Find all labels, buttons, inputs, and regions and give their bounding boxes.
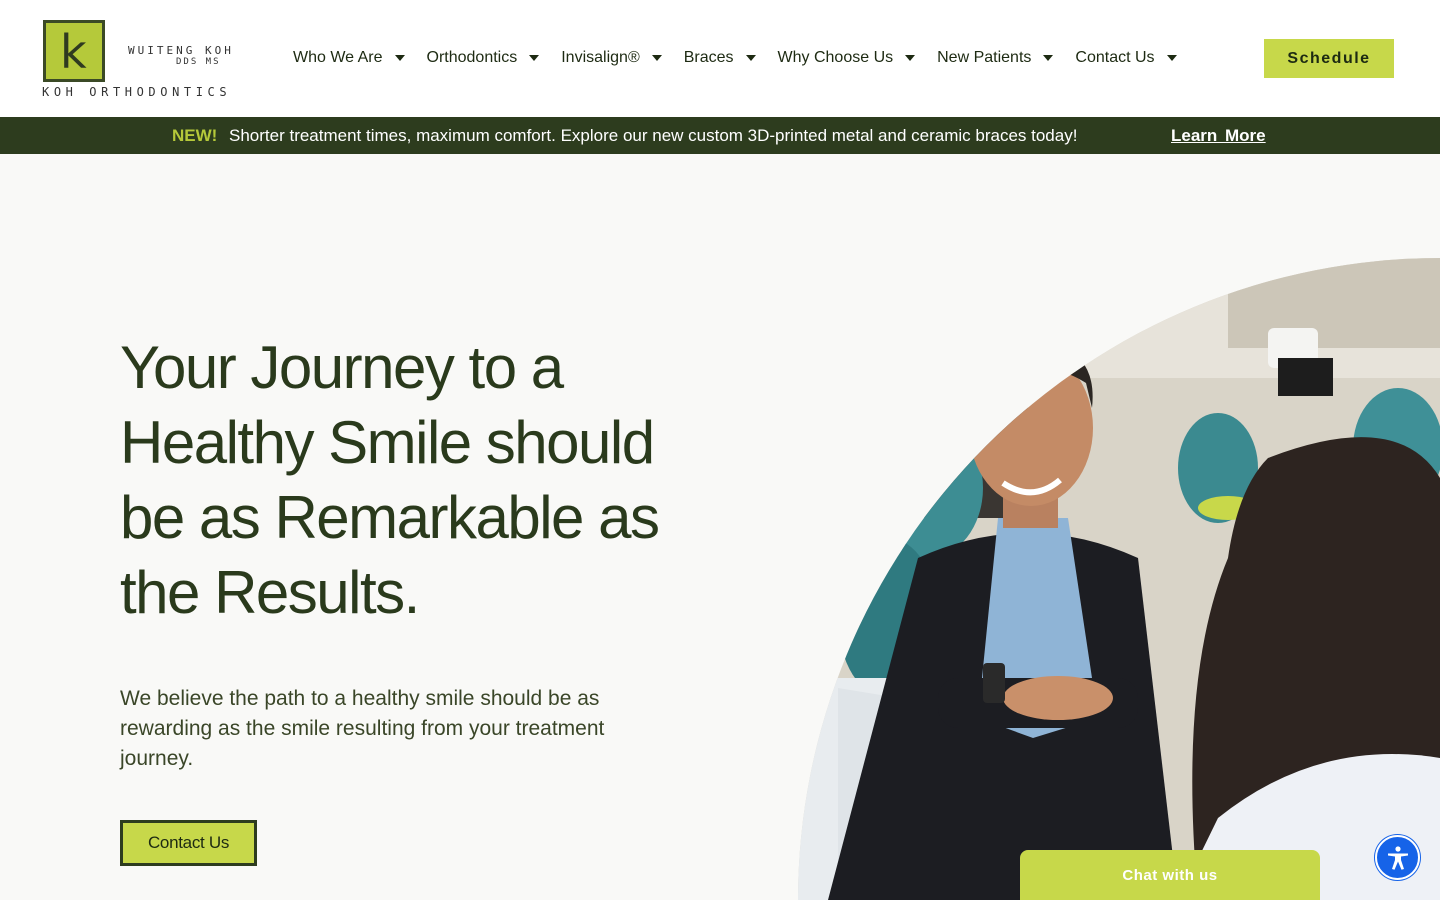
caret-down-icon[interactable] bbox=[905, 55, 916, 61]
caret-down-icon[interactable] bbox=[651, 55, 662, 61]
main-nav: Who We Are Orthodontics Invisalign® Brac… bbox=[293, 46, 1199, 70]
contact-us-button[interactable]: Contact Us bbox=[120, 820, 257, 866]
nav-item-new-patients[interactable]: New Patients bbox=[937, 49, 1054, 67]
nav-item-label: Who We Are bbox=[293, 49, 383, 66]
hero-description: We believe the path to a healthy smile s… bbox=[120, 687, 605, 770]
announcement-text: Shorter treatment times, maximum comfort… bbox=[229, 126, 1078, 145]
announcement-bar: NEW! Shorter treatment times, maximum co… bbox=[0, 117, 1440, 154]
nav-item-invisalign[interactable]: Invisalign® bbox=[561, 49, 662, 67]
nav-item-label: New Patients bbox=[937, 49, 1032, 66]
nav-item-label: Orthodontics bbox=[426, 49, 518, 66]
hero-title: Your Journey to a Healthy Smile should b… bbox=[120, 334, 660, 626]
nav-item-who-we-are[interactable]: Who We Are bbox=[293, 49, 405, 67]
logo-doctor-name: WUITENG KOH bbox=[128, 44, 234, 57]
nav-item-contact-us[interactable]: Contact Us bbox=[1075, 49, 1177, 67]
caret-down-icon[interactable] bbox=[745, 55, 756, 61]
site-header: k WUITENG KOH DDS MS KOH ORTHODONTICS Wh… bbox=[0, 0, 1440, 117]
accessibility-icon bbox=[1388, 846, 1408, 870]
nav-item-label: Why Choose Us bbox=[777, 49, 894, 66]
caret-down-icon[interactable] bbox=[529, 55, 540, 61]
nav-item-label: Contact Us bbox=[1075, 49, 1155, 66]
logo-letter: k bbox=[60, 25, 87, 79]
caret-down-icon[interactable] bbox=[1166, 55, 1177, 61]
chat-with-us-button[interactable]: Chat with us bbox=[1020, 850, 1320, 900]
nav-item-braces[interactable]: Braces bbox=[684, 49, 756, 67]
accessibility-button[interactable] bbox=[1375, 835, 1420, 880]
koh-orthodontics-logo[interactable]: k WUITENG KOH DDS MS KOH ORTHODONTICS bbox=[42, 20, 242, 100]
logo-practice-name: KOH ORTHODONTICS bbox=[42, 85, 232, 99]
caret-down-icon[interactable] bbox=[394, 55, 405, 61]
nav-item-label: Invisalign® bbox=[561, 49, 640, 66]
hero-photo bbox=[798, 258, 1440, 900]
nav-item-orthodontics[interactable]: Orthodontics bbox=[427, 49, 540, 67]
logo-credentials: DDS MS bbox=[176, 57, 221, 67]
schedule-button[interactable]: Schedule bbox=[1264, 39, 1394, 78]
learn-more-link[interactable]: Learn More bbox=[1171, 126, 1266, 146]
nav-item-why-choose-us[interactable]: Why Choose Us bbox=[778, 49, 916, 67]
logo-mark: k bbox=[43, 20, 105, 82]
orthodontist-with-patient-image bbox=[798, 258, 1440, 900]
new-badge: NEW! bbox=[172, 126, 218, 145]
caret-down-icon[interactable] bbox=[1043, 55, 1054, 61]
nav-item-label: Braces bbox=[683, 49, 734, 66]
